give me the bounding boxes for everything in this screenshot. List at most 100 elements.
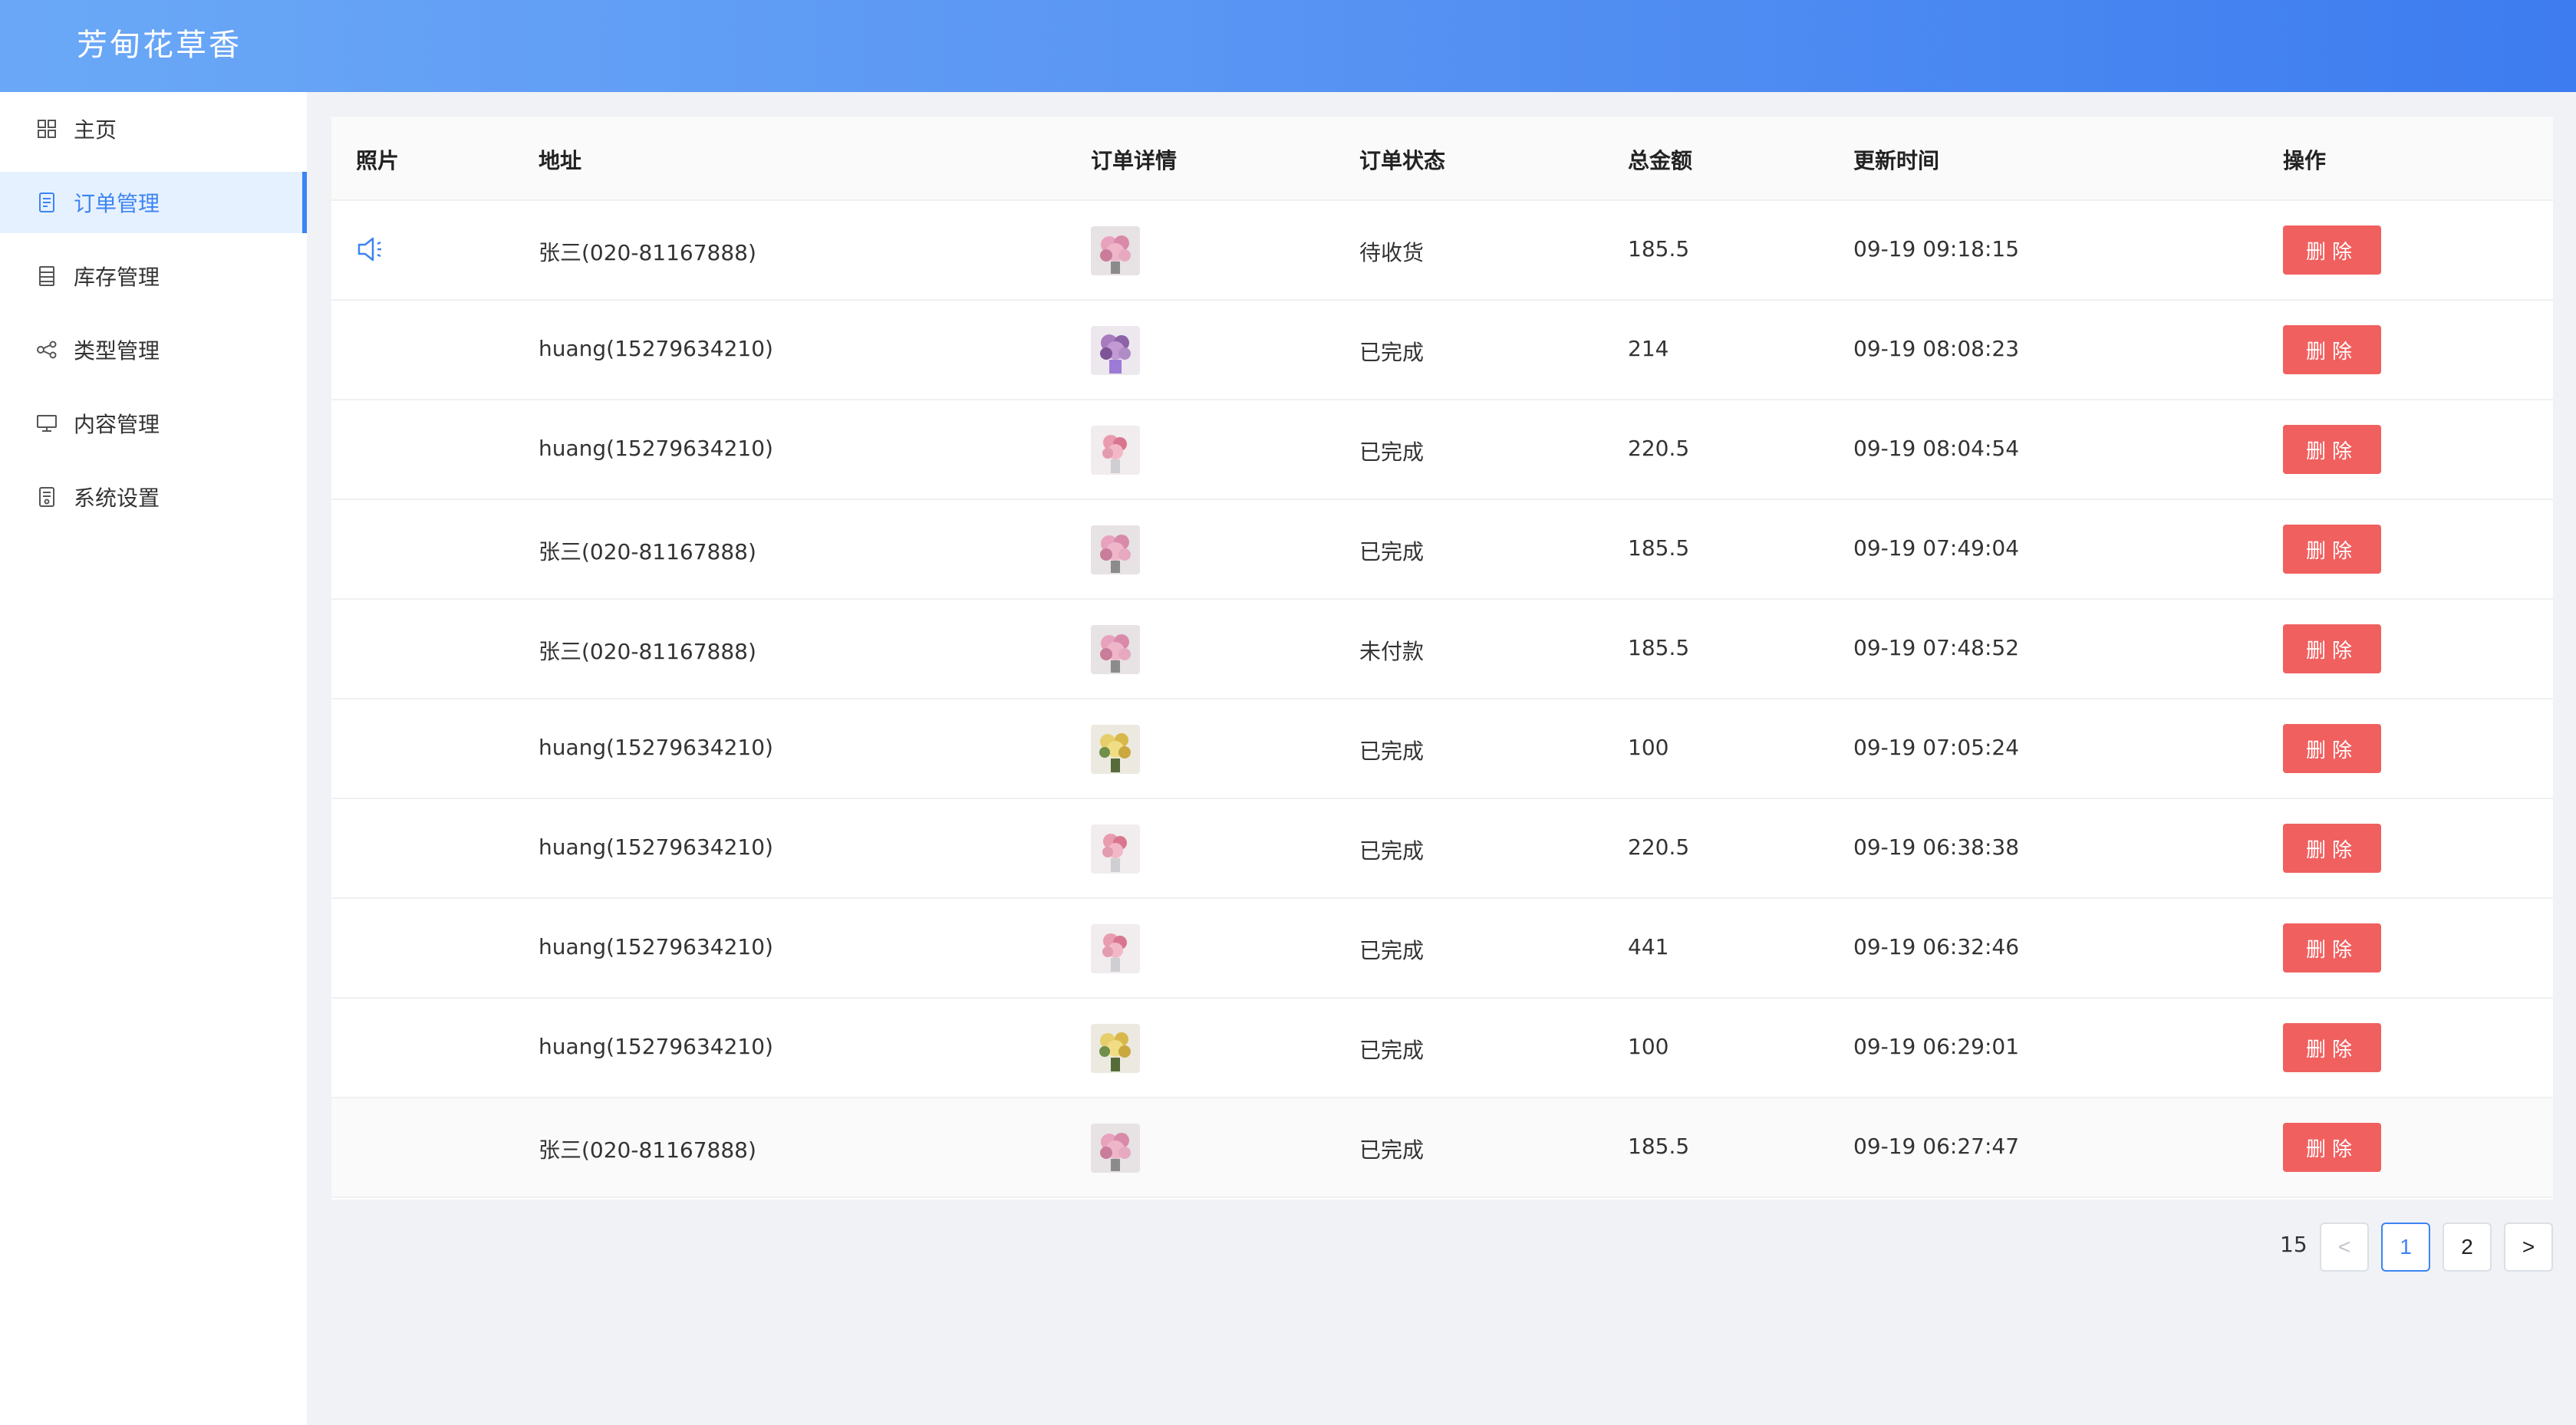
- top-header: 芳甸花草香: [0, 0, 2576, 92]
- amount-cell: 185.5: [1628, 635, 1690, 660]
- sidebar-item-content[interactable]: 内容管理: [0, 393, 307, 454]
- table-row: huang(15279634210) 已完成 214 09-19 08:08:2…: [331, 301, 2553, 400]
- pagination-prev-button[interactable]: <: [2320, 1223, 2369, 1272]
- share-nodes-icon: [35, 338, 58, 361]
- pagination-next-button[interactable]: >: [2504, 1223, 2553, 1272]
- address-cell: 张三(020-81167888): [539, 539, 756, 564]
- delete-button[interactable]: 删除: [2283, 525, 2381, 574]
- address-cell: huang(15279634210): [539, 436, 773, 461]
- table-row: huang(15279634210) 已完成 220.5 09-19 06:38…: [331, 799, 2553, 899]
- list-icon: [35, 265, 58, 288]
- delete-button[interactable]: 删除: [2283, 824, 2381, 873]
- time-cell: 09-19 07:48:52: [1853, 635, 2020, 660]
- settings-document-icon: [35, 485, 58, 508]
- status-cell: 已完成: [1359, 739, 1425, 764]
- delete-button[interactable]: 删除: [2283, 923, 2381, 972]
- address-cell: huang(15279634210): [539, 834, 773, 860]
- delete-button[interactable]: 删除: [2283, 1123, 2381, 1172]
- amount-cell: 185.5: [1628, 535, 1690, 561]
- amount-cell: 220.5: [1628, 834, 1690, 860]
- time-cell: 09-19 07:49:04: [1853, 535, 2020, 561]
- time-cell: 09-19 06:38:38: [1853, 834, 2020, 860]
- amount-cell: 185.5: [1628, 1134, 1690, 1159]
- table-row: huang(15279634210) 已完成 100 09-19 06:29:0…: [331, 999, 2553, 1098]
- sidebar-item-types[interactable]: 类型管理: [0, 319, 307, 380]
- table-row: huang(15279634210) 已完成 220.5 09-19 08:04…: [331, 400, 2553, 500]
- time-cell: 09-19 09:18:15: [1853, 236, 2020, 262]
- address-cell: huang(15279634210): [539, 934, 773, 959]
- sidebar-item-label: 系统设置: [74, 485, 160, 511]
- sidebar-item-label: 内容管理: [74, 412, 160, 437]
- column-header-order-status: 订单状态: [1359, 148, 1446, 173]
- delete-button[interactable]: 删除: [2283, 1023, 2381, 1072]
- time-cell: 09-19 08:04:54: [1853, 436, 2020, 461]
- speaker-icon[interactable]: [356, 233, 388, 265]
- address-cell: huang(15279634210): [539, 336, 773, 361]
- time-cell: 09-19 06:32:46: [1853, 934, 2020, 959]
- status-cell: 未付款: [1359, 639, 1425, 664]
- flower-thumbnail[interactable]: [1091, 824, 1140, 874]
- sidebar-item-label: 主页: [74, 117, 117, 143]
- delete-button[interactable]: 删除: [2283, 624, 2381, 673]
- flower-thumbnail[interactable]: [1091, 1124, 1140, 1173]
- delete-button[interactable]: 删除: [2283, 325, 2381, 374]
- status-cell: 已完成: [1359, 1137, 1425, 1163]
- flower-thumbnail[interactable]: [1091, 226, 1140, 275]
- sidebar-item-label: 订单管理: [74, 191, 160, 216]
- orders-table: 照片 地址 订单详情 订单状态 总金额 更新时间 操作 张三(020-81167…: [331, 117, 2553, 1200]
- status-cell: 已完成: [1359, 838, 1425, 864]
- pagination-page-1[interactable]: 1: [2381, 1223, 2430, 1272]
- sidebar-item-orders[interactable]: 订单管理: [0, 172, 307, 233]
- delete-button[interactable]: 删除: [2283, 225, 2381, 275]
- delete-button[interactable]: 删除: [2283, 724, 2381, 773]
- flower-thumbnail[interactable]: [1091, 426, 1140, 475]
- grid-icon: [35, 117, 58, 140]
- flower-thumbnail[interactable]: [1091, 1024, 1140, 1073]
- table-header: 照片 地址 订单详情 订单状态 总金额 更新时间 操作: [331, 117, 2553, 201]
- sidebar-item-settings[interactable]: 系统设置: [0, 466, 307, 528]
- amount-cell: 220.5: [1628, 436, 1690, 461]
- delete-button[interactable]: 删除: [2283, 425, 2381, 474]
- table-row: 张三(020-81167888) 未付款 185.5 09-19 07:48:5…: [331, 600, 2553, 699]
- status-cell: 已完成: [1359, 1038, 1425, 1063]
- column-header-total-amount: 总金额: [1628, 148, 1693, 173]
- table-row: huang(15279634210) 已完成 100 09-19 07:05:2…: [331, 699, 2553, 799]
- address-cell: 张三(020-81167888): [539, 639, 756, 664]
- sidebar-item-inventory[interactable]: 库存管理: [0, 245, 307, 307]
- table-row: 张三(020-81167888) 待收货 185.5 09-19 09:18:1…: [331, 201, 2553, 301]
- sidebar-item-label: 库存管理: [74, 265, 160, 290]
- address-cell: 张三(020-81167888): [539, 1137, 756, 1163]
- status-cell: 已完成: [1359, 938, 1425, 963]
- table-row: 张三(020-81167888) 已完成 185.5 09-19 06:27:4…: [331, 1098, 2553, 1198]
- flower-thumbnail[interactable]: [1091, 924, 1140, 973]
- status-cell: 待收货: [1359, 240, 1425, 265]
- sidebar: 主页 订单管理 库存管理 类型管理 内容管理 系统设置: [0, 92, 307, 1425]
- time-cell: 09-19 06:27:47: [1853, 1134, 2020, 1159]
- address-cell: huang(15279634210): [539, 735, 773, 760]
- sidebar-item-home[interactable]: 主页: [0, 98, 307, 160]
- flower-thumbnail[interactable]: [1091, 326, 1140, 375]
- app-title: 芳甸花草香: [77, 28, 242, 63]
- column-header-update-time: 更新时间: [1853, 148, 1940, 173]
- amount-cell: 214: [1628, 336, 1669, 361]
- table-row: 张三(020-81167888) 已完成 185.5 09-19 07:49:0…: [331, 500, 2553, 600]
- status-cell: 已完成: [1359, 340, 1425, 365]
- column-header-order-detail: 订单详情: [1091, 148, 1178, 173]
- column-header-actions: 操作: [2283, 148, 2327, 173]
- column-header-photo: 照片: [356, 148, 400, 173]
- flower-thumbnail[interactable]: [1091, 725, 1140, 774]
- address-cell: 张三(020-81167888): [539, 240, 756, 265]
- time-cell: 09-19 08:08:23: [1853, 336, 2020, 361]
- time-cell: 09-19 07:05:24: [1853, 735, 2020, 760]
- flower-thumbnail[interactable]: [1091, 625, 1140, 674]
- monitor-icon: [35, 412, 58, 435]
- table-row: huang(15279634210) 已完成 441 09-19 06:32:4…: [331, 899, 2553, 999]
- pagination-total: 15: [2280, 1232, 2308, 1257]
- time-cell: 09-19 06:29:01: [1853, 1034, 2020, 1059]
- pagination-page-2[interactable]: 2: [2443, 1223, 2492, 1272]
- column-header-address: 地址: [539, 148, 582, 173]
- status-cell: 已完成: [1359, 539, 1425, 564]
- amount-cell: 100: [1628, 735, 1669, 760]
- amount-cell: 441: [1628, 934, 1669, 959]
- flower-thumbnail[interactable]: [1091, 525, 1140, 574]
